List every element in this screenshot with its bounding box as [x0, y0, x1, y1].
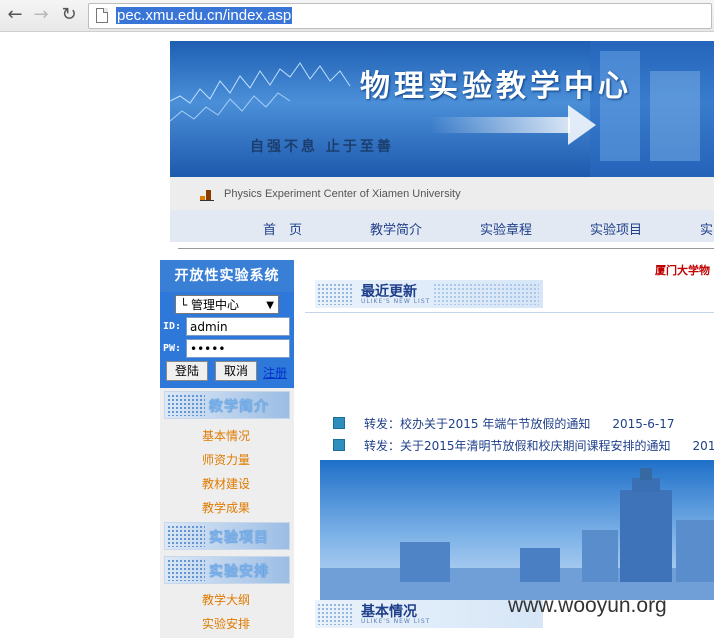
campus-buildings	[320, 468, 714, 600]
sidebar-link-syllabus[interactable]: 教学大纲	[202, 591, 250, 608]
role-select-value: └ 管理中心	[180, 298, 240, 312]
url-text[interactable]: pec.xmu.edu.cn/index.asp	[116, 7, 293, 24]
news-bullet-icon	[333, 416, 345, 429]
forward-arrow-icon[interactable]: →	[30, 4, 52, 26]
address-bar[interactable]: pec.xmu.edu.cn/index.asp	[88, 3, 712, 29]
main-content: 厦门大学物 最近更新 ULIKE'S NEW LIST 转发：校办关于2015 …	[305, 254, 714, 638]
site-banner: 物理实验教学中心 自强不息 止于至善	[170, 41, 714, 177]
sidebar-link-textbooks[interactable]: 教材建设	[202, 475, 250, 492]
system-title: 开放性实验系统	[160, 260, 294, 292]
id-input[interactable]: admin	[186, 317, 290, 336]
banner-arrow	[430, 117, 570, 133]
banner-arrow-head	[568, 105, 596, 145]
dot-pattern	[167, 559, 205, 581]
main-nav: 首 页 教学简介 实验章程 实验项目 实	[170, 210, 714, 242]
banner-motto: 自强不息 止于至善	[250, 139, 394, 155]
sidebar-section-teaching-intro: 教学简介	[164, 391, 290, 419]
reload-icon[interactable]: ↻	[58, 4, 80, 26]
cancel-button[interactable]: 取消	[215, 361, 257, 381]
register-link[interactable]: 注册	[263, 364, 287, 381]
role-select[interactable]: └ 管理中心 ▼	[175, 295, 279, 314]
sidebar-link-basic-info[interactable]: 基本情况	[202, 427, 250, 444]
news-item[interactable]: 转发：校办关于2015 年端午节放假的通知 2015-6-17	[333, 415, 674, 432]
sidebar-link-faculty[interactable]: 师资力量	[202, 451, 250, 468]
watermark: www.wooyun.org	[508, 594, 667, 617]
dot-pattern	[317, 603, 353, 625]
news-title[interactable]: 转发：校办关于2015 年端午节放假的通知	[364, 417, 590, 431]
banner-subtitle: Physics Experiment Center of Xiamen Univ…	[224, 188, 461, 200]
university-link[interactable]: 厦门大学物	[655, 262, 710, 278]
sidebar-section-lab-projects[interactable]: 实验项目	[164, 522, 290, 550]
nav-home[interactable]: 首 页	[263, 219, 302, 238]
sidebar: 开放性实验系统 └ 管理中心 ▼ ID: admin PW: ••••• 登陆 …	[160, 260, 294, 638]
dropdown-arrow-icon: ▼	[266, 300, 274, 311]
news-bullet-icon	[333, 438, 345, 451]
nav-teaching-intro[interactable]: 教学简介	[370, 219, 422, 238]
banner-title: 物理实验教学中心	[360, 69, 632, 104]
nav-lab-projects[interactable]: 实验项目	[590, 219, 642, 238]
news-date: 2015-6-17	[612, 417, 675, 431]
news-date: 201	[692, 439, 714, 453]
sidebar-section-title: 实验项目	[209, 530, 269, 546]
sidebar-section-title: 实验安排	[209, 564, 269, 580]
password-input[interactable]: •••••	[186, 339, 290, 358]
back-arrow-icon[interactable]: ←	[4, 4, 26, 26]
browser-toolbar: ← → ↻ pec.xmu.edu.cn/index.asp	[0, 0, 714, 32]
dot-pattern	[317, 283, 353, 305]
center-logo-icon	[200, 187, 214, 201]
latest-updates-subtitle: ULIKE'S NEW LIST	[361, 298, 431, 305]
dot-pattern	[167, 525, 205, 547]
nav-lab-rules[interactable]: 实验章程	[480, 219, 532, 238]
news-list: 转发：校办关于2015 年端午节放假的通知 2015-6-17 转发：关于2015…	[305, 312, 714, 461]
news-item[interactable]: 转发：关于2015年清明节放假和校庆期间课程安排的通知 201	[333, 437, 714, 454]
page-icon	[96, 8, 108, 23]
dot-pattern	[167, 394, 205, 416]
sidebar-section-lab-schedule: 实验安排	[164, 556, 290, 584]
divider	[178, 248, 714, 249]
campus-image	[320, 460, 714, 600]
sidebar-section-title: 教学简介	[209, 399, 269, 415]
basic-info-subtitle: ULIKE'S NEW LIST	[361, 618, 431, 625]
sidebar-link-lab-schedule[interactable]: 实验安排	[202, 615, 250, 632]
dot-pattern	[433, 283, 539, 305]
pw-label: PW:	[163, 343, 182, 354]
news-title[interactable]: 转发：关于2015年清明节放假和校庆期间课程安排的通知	[364, 439, 671, 453]
sidebar-link-achievements[interactable]: 教学成果	[202, 499, 250, 516]
sub-banner: Physics Experiment Center of Xiamen Univ…	[170, 177, 714, 210]
login-button[interactable]: 登陆	[166, 361, 208, 381]
nav-more[interactable]: 实	[700, 219, 713, 238]
id-label: ID:	[163, 321, 182, 332]
latest-updates-header: 最近更新 ULIKE'S NEW LIST	[315, 280, 543, 308]
